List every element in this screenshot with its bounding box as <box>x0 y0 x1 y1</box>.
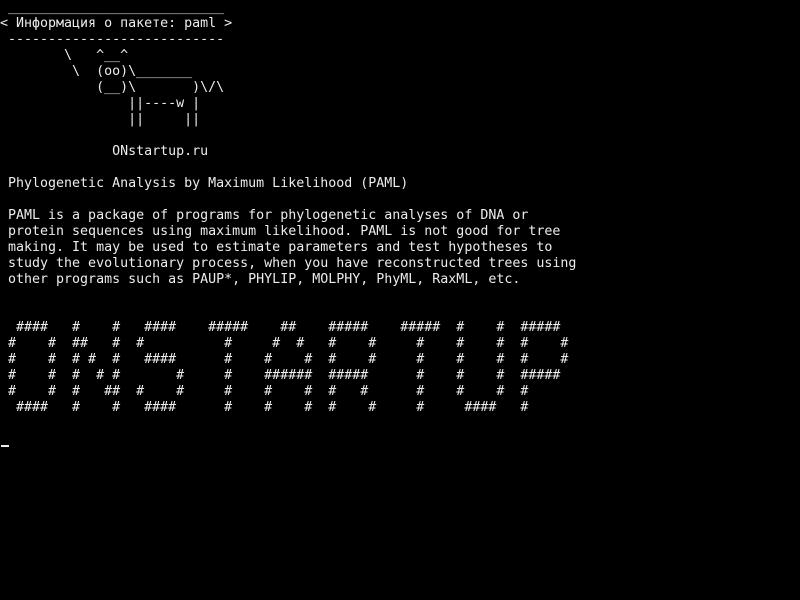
cow-art-line: \ ^__^ <box>0 48 129 63</box>
banner-line: #### # # #### ##### ## ##### ##### # # #… <box>0 320 561 335</box>
site-label: ONstartup.ru <box>0 144 208 160</box>
speech-bubble-bottom-border: --------------------------- <box>0 32 225 47</box>
banner-line: # # ## # # # # # # # # # # # # <box>0 336 569 351</box>
ascii-banner: #### # # #### ##### ## ##### ##### # # #… <box>0 320 568 416</box>
cow-art-line: (__)\ )\/\ <box>0 80 225 95</box>
package-description: PAML is a package of programs for phylog… <box>0 208 576 288</box>
description-line: making. It may be used to estimate param… <box>0 240 553 255</box>
package-title: Phylogenetic Analysis by Maximum Likelih… <box>0 176 408 192</box>
package-title-text: Phylogenetic Analysis by Maximum Likelih… <box>0 176 409 191</box>
terminal-screen: ___________________________ < Информация … <box>0 0 800 600</box>
description-line: other programs such as PAUP*, PHYLIP, MO… <box>0 272 521 287</box>
description-line: protein sequences using maximum likeliho… <box>0 224 561 239</box>
banner-line: # # # # # #### # # # # # # # # # # <box>0 352 569 367</box>
cow-art-line: || || <box>0 112 201 127</box>
site-label-text: ONstartup.ru <box>0 144 209 159</box>
speech-bubble-top-border: ___________________________ <box>0 0 225 15</box>
cow-art-line: \ (oo)\_______ <box>0 64 193 79</box>
description-line: PAML is a package of programs for phylog… <box>0 208 529 223</box>
description-line: study the evolutionary process, when you… <box>0 256 577 271</box>
banner-line: # # # # # # # ###### ##### # # # ##### <box>0 368 561 383</box>
banner-line: # # # ## # # # # # # # # # # # <box>0 384 529 399</box>
banner-line: #### # # #### # # # # # # #### # <box>0 400 529 415</box>
terminal-cursor[interactable] <box>1 445 9 447</box>
cow-art-line: ||----w | <box>0 96 201 111</box>
cowsay-art: ___________________________ < Информация … <box>0 0 232 128</box>
speech-bubble-text: < Информация о пакете: paml > <box>0 16 233 31</box>
